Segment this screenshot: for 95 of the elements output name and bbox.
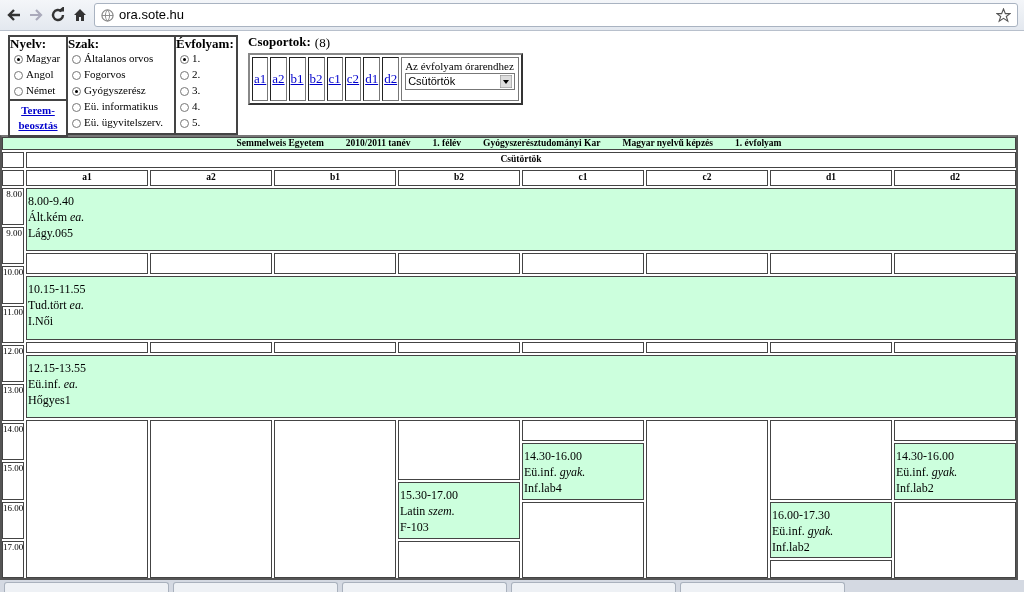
radio-button[interactable]	[72, 102, 81, 112]
option-label: 1.	[192, 52, 201, 66]
hour-label: 15.00	[3, 463, 23, 474]
option-label: 2.	[192, 68, 201, 82]
class-room: Inf.lab4	[524, 479, 563, 496]
url-text: ora.sote.hu	[119, 7, 185, 23]
hour-label: 16.00	[3, 502, 23, 513]
groups-count: (8)	[314, 35, 330, 51]
class-subject: Tud.tört ea.	[28, 297, 85, 314]
header-text: Gyógyszerésztudományi Kar	[483, 138, 601, 149]
column-heading: d1	[770, 170, 892, 186]
radio-button[interactable]	[72, 86, 81, 96]
header-text: Magyar nyelvű képzés	[622, 138, 714, 149]
class-time: 16.00-17.30	[772, 506, 831, 523]
class-room: F-103	[400, 519, 430, 535]
column-heading: c1	[522, 170, 644, 186]
hour-label: 12.00	[3, 345, 23, 356]
radio-button[interactable]	[72, 70, 81, 80]
back-arrow-icon[interactable]	[6, 7, 22, 23]
hour-label: 9.00	[6, 228, 22, 239]
column-heading: b2	[398, 170, 520, 186]
forward-arrow-icon[interactable]	[28, 7, 44, 23]
globe-icon	[101, 8, 114, 22]
radio-button[interactable]	[14, 70, 23, 80]
home-icon[interactable]	[72, 7, 88, 23]
option-label: Általanos orvos	[84, 52, 154, 66]
class-room: I.Női	[28, 313, 54, 330]
header-text: 2010/2011 tanév	[345, 138, 411, 149]
caret-icon	[500, 74, 513, 89]
class-time: 14.30-16.00	[524, 447, 583, 464]
filter-title: Szak:	[68, 37, 101, 51]
class-time: 15.30-17.00	[400, 487, 459, 503]
class-time: 10.15-11.55	[28, 281, 87, 298]
radio-button[interactable]	[180, 54, 189, 64]
class-subject: Ált.kém ea.	[28, 209, 86, 225]
empty-cell	[2, 152, 24, 168]
hour-label: 10.00	[3, 267, 23, 278]
taskbar-button[interactable]	[511, 582, 676, 592]
option-label: Német	[26, 84, 56, 98]
class-subject: Eü.inf. gyak.	[772, 522, 835, 539]
option-label: 5.	[192, 116, 201, 130]
taskbar-button[interactable]	[342, 582, 507, 592]
reload-icon[interactable]	[50, 7, 66, 23]
class-room: Inf.lab2	[896, 479, 935, 496]
option-label: Eü. ügyvitelszerv.	[84, 116, 163, 130]
class-time: 14.30-16.00	[896, 447, 955, 464]
column-heading: a2	[150, 170, 272, 186]
option-label: Angol	[26, 68, 54, 82]
address-bar[interactable]: ora.sote.hu	[94, 3, 1018, 27]
option-label: Magyar	[26, 52, 61, 66]
hour-label: 17.00	[3, 541, 23, 552]
class-room: Inf.lab2	[772, 538, 811, 555]
hour-label: 13.00	[3, 385, 23, 395]
radio-button[interactable]	[14, 54, 23, 64]
column-heading: a1	[26, 170, 148, 186]
class-subject: Eü.inf. ea.	[28, 375, 79, 392]
filter-title: Nyelv:	[10, 37, 48, 51]
class-subject: Eü.inf. gyak.	[896, 463, 959, 480]
header-text: 1. évfolyam	[735, 138, 782, 149]
radio-button[interactable]	[180, 86, 189, 96]
day-select[interactable]: Csütörtök	[405, 72, 516, 90]
taskbar-button[interactable]	[173, 582, 338, 592]
star-icon[interactable]	[996, 7, 1011, 23]
option-label: Fogorvos	[84, 68, 126, 82]
radio-button[interactable]	[180, 102, 189, 112]
option-label: Eü. informatikus	[84, 100, 158, 114]
hour-label: 8.00	[6, 189, 22, 199]
hour-label: 11.00	[3, 306, 23, 317]
radio-button[interactable]	[14, 86, 23, 96]
taskbar-button[interactable]	[4, 582, 169, 592]
empty-cell	[2, 170, 24, 186]
header-text: 1. félév	[432, 138, 461, 149]
filter-title: Évfolyam:	[176, 37, 235, 51]
column-heading: b1	[274, 170, 396, 186]
radio-button[interactable]	[72, 118, 81, 128]
class-room: Hőgyes1	[28, 391, 72, 408]
class-room: Lágy.065	[28, 225, 74, 241]
select-label: Az évfolyam órarendhez	[405, 59, 515, 73]
radio-button[interactable]	[180, 118, 189, 128]
hour-label: 14.00	[3, 424, 23, 435]
option-label: 3.	[192, 84, 201, 98]
class-time: 8.00-9.40	[28, 193, 75, 209]
radio-button[interactable]	[72, 54, 81, 64]
class-subject: Latin szem.	[400, 503, 456, 519]
header-text: Semmelweis Egyetem	[236, 138, 324, 149]
radio-button[interactable]	[180, 70, 189, 80]
day-heading: Csütörtök	[26, 152, 1016, 168]
groups-title: Csoportok:	[248, 35, 311, 51]
class-subject: Eü.inf. gyak.	[524, 463, 587, 480]
column-heading: d2	[894, 170, 1016, 186]
taskbar-button[interactable]	[680, 582, 845, 592]
option-label: Gyógyszerész	[84, 84, 146, 98]
option-label: 4.	[192, 100, 201, 114]
class-time: 12.15-13.55	[28, 359, 87, 376]
column-heading: c2	[646, 170, 768, 186]
